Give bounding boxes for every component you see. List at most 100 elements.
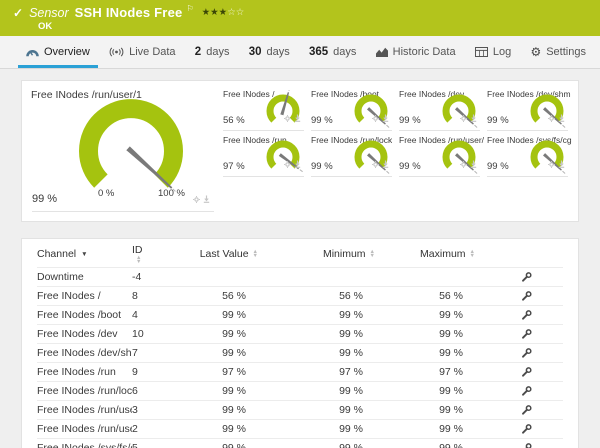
channel-id: 5 [132, 442, 172, 448]
channel-settings-button[interactable] [521, 366, 533, 378]
tab-log[interactable]: Log [473, 36, 513, 68]
channel-settings-button[interactable] [521, 290, 533, 302]
column-label: Last Value [200, 248, 249, 260]
channel-id: 7 [132, 347, 172, 359]
minimum-value: 99 % [258, 328, 375, 340]
table-row[interactable]: Free INodes /boot499 %99 %99 % [37, 305, 563, 324]
column-header-last-value[interactable]: Last Value▲▼ [172, 248, 258, 260]
channel-settings-button[interactable] [521, 404, 533, 416]
column-header-channel[interactable]: Channel▼ [37, 248, 132, 260]
mini-gauge-value: 99 % [399, 115, 421, 126]
mini-gauge-panel[interactable]: Free INodes /sys/fs/cg99 % [484, 132, 572, 178]
tab-overview[interactable]: Overview [24, 36, 92, 68]
table-row[interactable]: Free INodes /dev1099 %99 %99 % [37, 324, 563, 343]
table-row[interactable]: Free INodes /run/lock699 %99 %99 % [37, 381, 563, 400]
gauge-action-icons[interactable] [548, 109, 565, 127]
gauge-action-icons[interactable] [284, 109, 301, 127]
tab-365-days[interactable]: 365days [307, 36, 358, 68]
tab-30-days[interactable]: 30days [247, 36, 292, 68]
table-icon [475, 47, 488, 57]
priority-stars[interactable]: ★★★☆☆ [202, 8, 245, 18]
column-header-id[interactable]: ID▲▼ [132, 244, 172, 265]
channel-id: 3 [132, 404, 172, 416]
star-empty-icon[interactable]: ☆ [236, 7, 245, 18]
channel-name: Free INodes /run/user/1 [37, 423, 132, 435]
mini-gauge-panel[interactable]: Free INodes /dev/shm99 % [484, 86, 572, 132]
star-empty-icon[interactable]: ☆ [227, 7, 236, 18]
divider [223, 176, 304, 177]
tab-label: Live Data [129, 46, 175, 58]
table-row[interactable]: Free INodes /run/user/1299 %99 %99 % [37, 419, 563, 438]
row-tools [475, 271, 563, 283]
last-value: 99 % [172, 309, 258, 321]
column-label: Minimum [323, 248, 366, 260]
star-filled-icon[interactable]: ★ [202, 7, 211, 18]
tab-settings[interactable]: ⚙Settings [528, 36, 588, 68]
mini-gear-icon [284, 109, 291, 127]
table-row[interactable]: Free INodes /sys/fs/cgr...599 %99 %99 % [37, 438, 563, 448]
mini-gauge-panel[interactable]: Free INodes /run97 % [220, 132, 308, 178]
channel-settings-button[interactable] [521, 271, 533, 283]
mini-gauge-panel[interactable]: Free INodes /boot99 % [308, 86, 396, 132]
main-gauge-panel[interactable]: Free INodes /run/user/1 0 % 100 % 99 % [28, 85, 220, 217]
page-title: SSH INodes Free [75, 5, 183, 20]
channel-settings-button[interactable] [521, 423, 533, 435]
divider [399, 130, 480, 131]
channel-settings-button[interactable] [521, 442, 533, 448]
table-row[interactable]: Free INodes /856 %56 %56 % [37, 286, 563, 305]
table-row[interactable]: Downtime-4 [37, 267, 563, 286]
channel-settings-button[interactable] [521, 385, 533, 397]
star-filled-icon[interactable]: ★ [219, 7, 228, 18]
channel-name: Downtime [37, 271, 132, 283]
tab-historic-data[interactable]: Historic Data [374, 36, 458, 68]
channel-settings-button[interactable] [521, 328, 533, 340]
column-header-minimum[interactable]: Minimum▲▼ [258, 248, 375, 260]
divider [223, 130, 304, 131]
gauge-action-icons[interactable] [372, 155, 389, 173]
tab-live-data[interactable]: Live Data [107, 36, 177, 68]
tab-label: days [333, 46, 356, 58]
table-row[interactable]: Free INodes /run997 %97 %97 % [37, 362, 563, 381]
gauge-action-icons[interactable] [284, 155, 301, 173]
channel-name: Free INodes / [37, 290, 132, 302]
channel-settings-button[interactable] [521, 309, 533, 321]
mini-gauge-panel[interactable]: Free INodes /dev99 % [396, 86, 484, 132]
column-label: ID [132, 244, 143, 256]
last-value: 99 % [172, 347, 258, 359]
maximum-value: 99 % [375, 328, 475, 340]
pin-icon [558, 109, 565, 127]
gauge-action-icons[interactable] [372, 109, 389, 127]
divider [311, 176, 392, 177]
gauge-action-icons[interactable] [548, 155, 565, 173]
mini-gear-icon [372, 109, 379, 127]
tab-label: Overview [44, 46, 90, 58]
channel-id: 2 [132, 423, 172, 435]
channel-id: 6 [132, 385, 172, 397]
mini-gauge-panel[interactable]: Free INodes /run/user/199 % [396, 132, 484, 178]
gauge-action-icons[interactable] [460, 109, 477, 127]
channel-name: Free INodes /boot [37, 309, 132, 321]
column-header-maximum[interactable]: Maximum▲▼ [375, 248, 475, 260]
mini-gauge-grid: Free INodes /56 %Free INodes /boot99 %Fr… [220, 85, 572, 217]
channel-table-body: Downtime-4Free INodes /856 %56 %56 %Free… [37, 267, 563, 448]
last-value: 99 % [172, 442, 258, 448]
divider [399, 176, 480, 177]
table-row[interactable]: Free INodes /dev/shm799 %99 %99 % [37, 343, 563, 362]
mini-gauge-panel[interactable]: Free INodes /run/lock99 % [308, 132, 396, 178]
maximum-value: 56 % [375, 290, 475, 302]
gauge-action-icons[interactable] [193, 190, 210, 208]
table-row[interactable]: Free INodes /run/user/1399 %99 %99 % [37, 400, 563, 419]
star-filled-icon[interactable]: ★ [210, 7, 219, 18]
mini-gauge-panel[interactable]: Free INodes /56 % [220, 86, 308, 132]
live-data-icon [109, 47, 124, 57]
mini-gauge-value: 99 % [311, 161, 333, 172]
row-tools [475, 385, 563, 397]
channel-name: Free INodes /run/user/1 [37, 404, 132, 416]
minimum-value: 99 % [258, 442, 375, 448]
channel-name: Free INodes /sys/fs/cgr... [37, 442, 132, 448]
channel-settings-button[interactable] [521, 347, 533, 359]
gauge-action-icons[interactable] [460, 155, 477, 173]
tab-2-days[interactable]: 2days [193, 36, 232, 68]
page-content: Free INodes /run/user/1 0 % 100 % 99 % F… [0, 69, 600, 448]
mini-gear-icon [548, 109, 555, 127]
